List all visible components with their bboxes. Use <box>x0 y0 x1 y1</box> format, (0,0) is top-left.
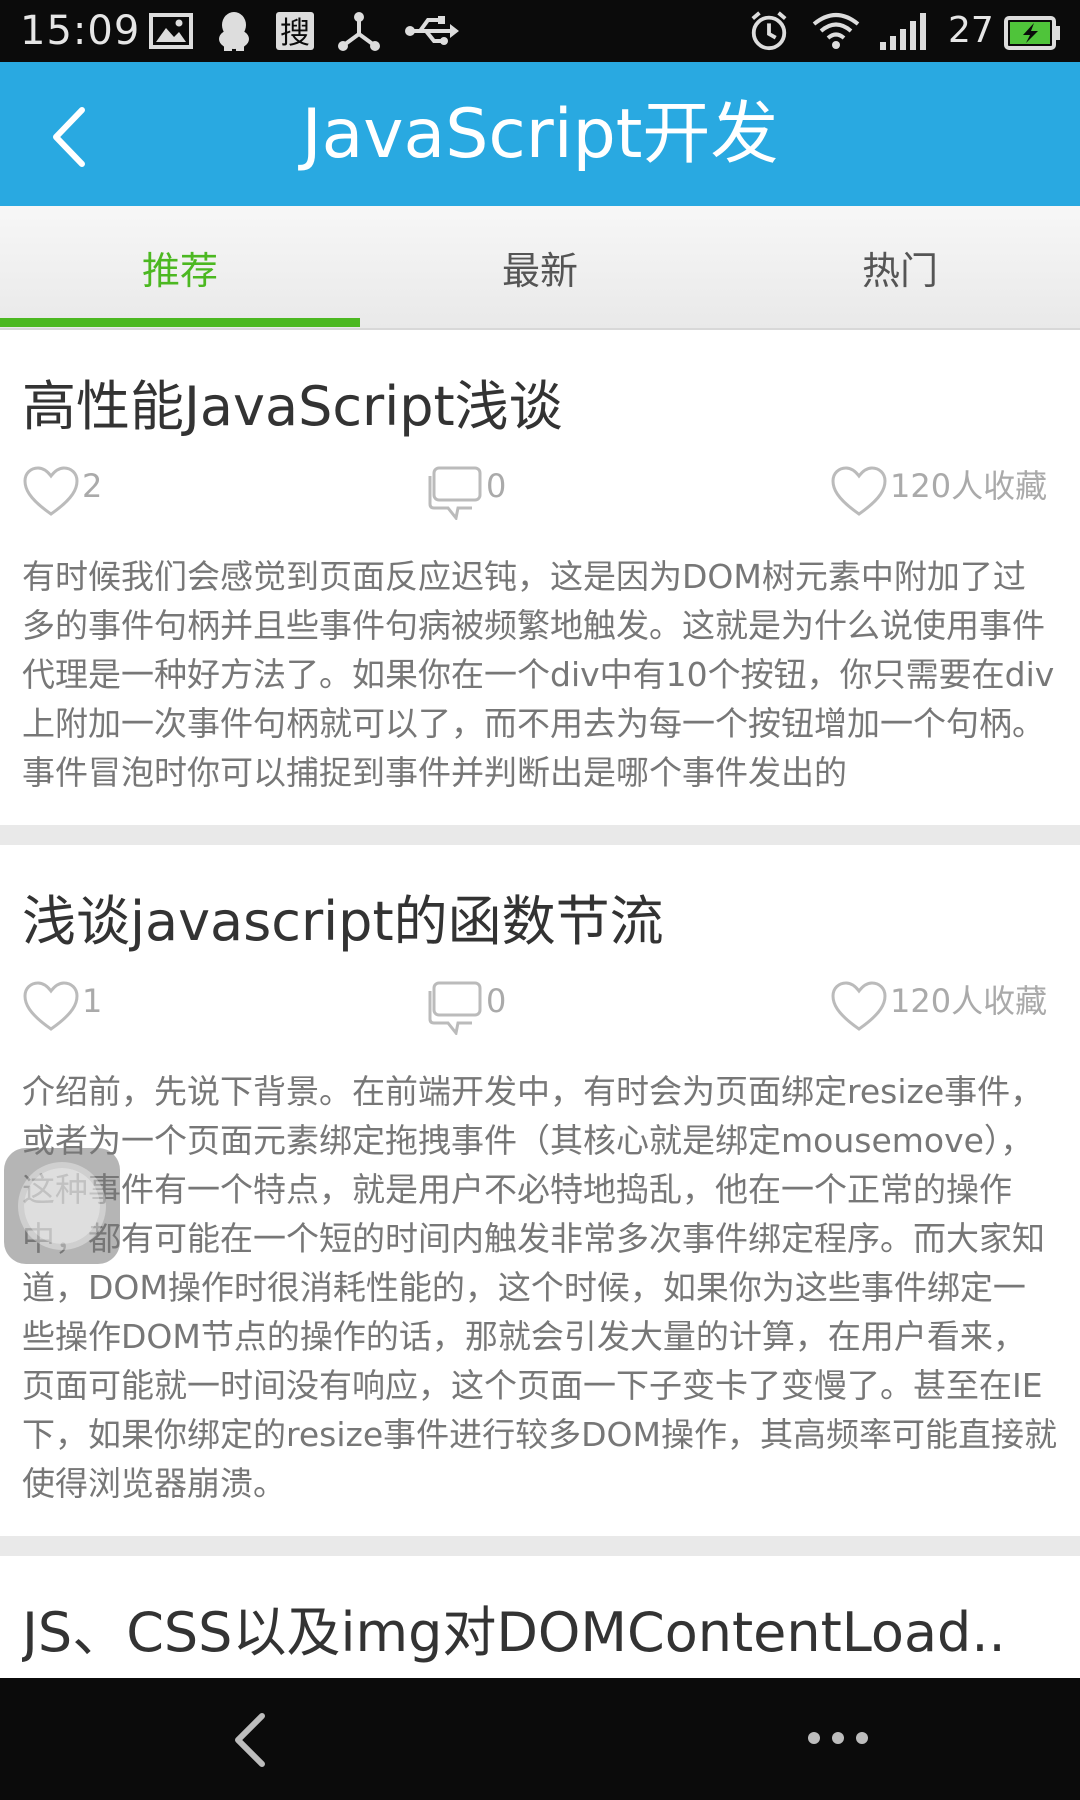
qq-icon <box>219 12 249 51</box>
status-bar: 15:09 搜 27 <box>0 0 1080 62</box>
heart-icon <box>23 466 79 516</box>
more-dots-icon[interactable] <box>806 1726 870 1750</box>
tab-popular[interactable]: 热门 <box>720 206 1080 328</box>
like-count-value: 1 <box>82 982 103 1020</box>
article-stats: 2 0 120人收藏 <box>22 466 1058 546</box>
share-network-icon <box>338 12 380 51</box>
favorite-heart-icon <box>831 981 887 1031</box>
favorite-count[interactable]: 120人收藏 <box>830 981 1047 1041</box>
comment-count-value: 0 <box>486 467 507 505</box>
favorite-count[interactable]: 120人收藏 <box>830 466 1047 526</box>
comment-count[interactable]: 0 <box>426 466 506 526</box>
article-list[interactable]: 高性能JavaScript浅谈 2 0 120人收藏 有时候我们会感觉到页面反应… <box>0 330 1080 1678</box>
favorite-heart-icon <box>831 466 887 516</box>
article-stats: 1 0 120人收藏 <box>22 981 1058 1061</box>
status-time: 15:09 <box>20 8 141 54</box>
image-icon <box>149 13 193 49</box>
tab-recommended[interactable]: 推荐 <box>0 206 360 328</box>
comment-icon <box>428 466 482 520</box>
favorite-count-value: 120人收藏 <box>890 467 1048 505</box>
heart-icon <box>23 981 79 1031</box>
like-count[interactable]: 2 <box>22 466 102 526</box>
assist-ring-icon <box>24 1168 100 1244</box>
article-card[interactable]: 浅谈javascript的函数节流 1 0 120人收藏 介绍前，先说下背景。在… <box>0 845 1080 1536</box>
article-summary: 介绍前，先说下背景。在前端开发中，有时会为页面绑定resize事件，或者为一个页… <box>22 1072 1057 1503</box>
comment-count-value: 0 <box>486 982 507 1020</box>
article-card[interactable]: 高性能JavaScript浅谈 2 0 120人收藏 有时候我们会感觉到页面反应… <box>0 330 1080 825</box>
article-card[interactable]: JS、CSS以及img对DOMContentLoad.. <box>0 1556 1080 1678</box>
favorite-count-value: 120人收藏 <box>890 982 1048 1020</box>
comment-icon <box>428 981 482 1035</box>
signal-icon <box>880 13 926 50</box>
alarm-icon <box>751 11 787 51</box>
battery-icon <box>1004 16 1060 50</box>
tab-latest[interactable]: 最新 <box>360 206 720 328</box>
sogou-icon: 搜 <box>276 12 314 51</box>
app-header: JavaScript开发 <box>0 62 1080 206</box>
floating-assist-button[interactable] <box>4 1148 120 1264</box>
active-tab-indicator <box>0 318 360 327</box>
article-summary: 有时候我们会感觉到页面反应迟钝，这是因为DOM树元素中附加了过多的事件句柄并且些… <box>22 557 1055 792</box>
like-count[interactable]: 1 <box>22 981 102 1041</box>
comment-count[interactable]: 0 <box>426 981 506 1041</box>
like-count-value: 2 <box>82 467 103 505</box>
battery-level: 27 <box>948 10 994 51</box>
wifi-icon <box>812 13 860 49</box>
article-title[interactable]: 高性能JavaScript浅谈 <box>22 330 1058 442</box>
usb-icon <box>405 16 459 45</box>
page-title: JavaScript开发 <box>301 95 779 174</box>
article-title[interactable]: 浅谈javascript的函数节流 <box>22 845 1058 957</box>
navigation-bar <box>0 1678 1080 1800</box>
back-triangle-icon[interactable] <box>228 1712 278 1768</box>
svg-text:搜: 搜 <box>280 16 310 51</box>
tab-bar: 推荐 最新 热门 <box>0 206 1080 330</box>
article-title[interactable]: JS、CSS以及img对DOMContentLoad.. <box>22 1556 1058 1668</box>
